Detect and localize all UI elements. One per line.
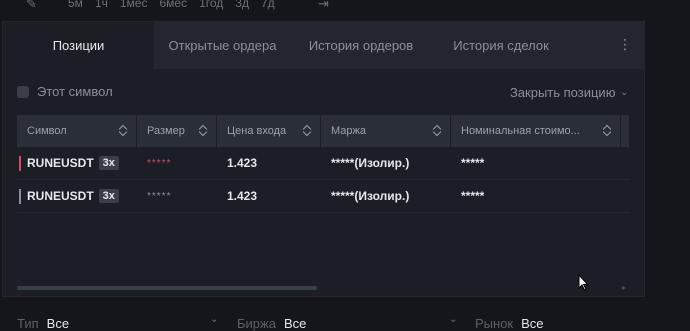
positions-panel: Позиции Открытые ордера История ордеров …: [2, 21, 645, 297]
column-label: Номинальная стоимо...: [461, 125, 580, 137]
timeframe-item[interactable]: 3д: [235, 0, 249, 10]
horizontal-scrollbar[interactable]: [17, 286, 317, 290]
top-toolbar: ✎ 5м 1ч 1мес 6мес 1год 3д 7д ⇥: [0, 0, 690, 20]
notional-cell: *****: [461, 189, 485, 203]
chevron-down-icon[interactable]: ⌄: [210, 314, 218, 325]
column-label: Маржа: [331, 125, 366, 137]
entry-price-cell: 1.423: [227, 189, 258, 203]
column-label: Цена входа: [227, 125, 287, 137]
type-filter-value: Все: [46, 316, 70, 331]
sort-icon: [198, 125, 208, 137]
leverage-badge[interactable]: 3x: [98, 189, 119, 203]
exchange-filter[interactable]: Биржа Все: [237, 316, 306, 331]
sort-icon: [302, 125, 312, 137]
size-value: *****: [147, 157, 172, 169]
exit-icon[interactable]: ⇥: [318, 0, 329, 12]
column-header-notional[interactable]: Номинальная стоимо...: [451, 115, 621, 147]
bottom-filter-bar: Тип Все ⌄ Биржа Все ⌄ Рынок Все: [0, 309, 690, 331]
chevron-down-icon[interactable]: ⌄: [449, 314, 457, 325]
tab-open-orders[interactable]: Открытые ордера: [154, 22, 291, 69]
type-filter[interactable]: Тип Все: [17, 316, 69, 331]
chevron-down-icon: ⌄: [620, 87, 628, 97]
side-indicator: [19, 189, 21, 204]
symbol-cell: RUNEUSDT 3x: [17, 147, 137, 180]
timeframe-item[interactable]: 5м: [68, 0, 83, 10]
tab-trade-history[interactable]: История сделок: [431, 22, 571, 69]
positions-table: Символ Размер Цена входа Маржа Номинальн…: [17, 115, 630, 213]
market-filter-value: Все: [521, 316, 544, 331]
type-filter-label: Тип: [17, 316, 39, 331]
this-symbol-filter[interactable]: Этот символ: [17, 84, 113, 99]
symbol-cell: RUNEUSDT 3x: [17, 180, 137, 213]
side-indicator: [19, 156, 21, 171]
column-header-entry-price[interactable]: Цена входа: [217, 115, 321, 147]
notional-cell: *****: [461, 156, 485, 170]
timeframe-item[interactable]: 6мес: [159, 0, 187, 10]
column-header-extra: [621, 115, 630, 147]
column-label: Символ: [27, 125, 67, 137]
sort-icon: [602, 125, 612, 137]
leverage-badge[interactable]: 3x: [98, 156, 119, 170]
market-filter-label: Рынок: [475, 316, 514, 331]
column-header-margin[interactable]: Маржа: [321, 115, 451, 147]
entry-price-cell: 1.423: [227, 156, 258, 170]
column-header-symbol[interactable]: Символ: [17, 115, 137, 147]
table-header: Символ Размер Цена входа Маржа Номинальн…: [17, 115, 630, 147]
tab-positions[interactable]: Позиции: [3, 22, 154, 69]
tab-bar: Позиции Открытые ордера История ордеров …: [3, 22, 644, 69]
exchange-filter-value: Все: [283, 316, 307, 331]
table-row[interactable]: RUNEUSDT 3x ***** 1.423 *****(Изолир.) *…: [17, 147, 630, 180]
column-header-size[interactable]: Размер: [137, 115, 217, 147]
size-value: *****: [147, 190, 172, 202]
table-row[interactable]: RUNEUSDT 3x ***** 1.423 *****(Изолир.) *…: [17, 180, 630, 213]
timeframe-list: 5м 1ч 1мес 6мес 1год 3д 7д: [68, 0, 275, 10]
sort-icon: [432, 125, 442, 137]
margin-cell: *****(Изолир.): [331, 156, 410, 170]
timeframe-item[interactable]: 1мес: [120, 0, 148, 10]
timeframe-item[interactable]: 1год: [199, 0, 223, 10]
scroll-right-arrow-icon[interactable]: ▸: [622, 283, 626, 292]
mouse-pointer-icon: [578, 274, 588, 291]
pencil-icon[interactable]: ✎: [26, 0, 37, 12]
close-position-dropdown[interactable]: Закрыть позицию ⌄: [510, 85, 628, 100]
market-filter[interactable]: Рынок Все: [475, 316, 544, 331]
this-symbol-checkbox[interactable]: [17, 85, 29, 98]
this-symbol-label: Этот символ: [37, 84, 113, 99]
tab-order-history[interactable]: История ордеров: [291, 22, 431, 69]
timeframe-item[interactable]: 7д: [261, 0, 275, 10]
margin-cell: *****(Изолир.): [331, 189, 410, 203]
close-position-label: Закрыть позицию: [509, 85, 616, 100]
more-vertical-icon[interactable]: ⋮: [618, 36, 632, 53]
size-cell: *****: [137, 147, 217, 180]
size-cell: *****: [137, 180, 217, 213]
sort-icon: [118, 125, 128, 137]
exchange-filter-label: Биржа: [237, 316, 276, 331]
symbol-text[interactable]: RUNEUSDT: [27, 189, 94, 203]
symbol-text[interactable]: RUNEUSDT: [27, 156, 94, 170]
column-label: Размер: [147, 125, 185, 137]
timeframe-item[interactable]: 1ч: [95, 0, 108, 10]
